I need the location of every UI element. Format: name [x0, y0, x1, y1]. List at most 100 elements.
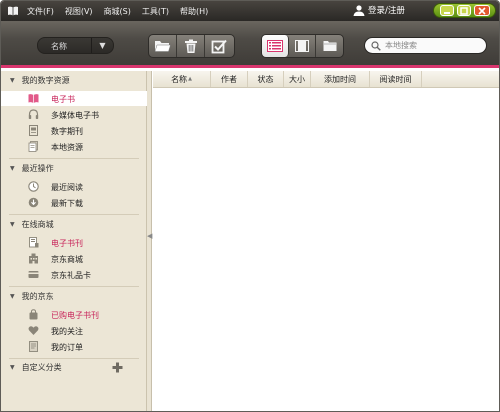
close-icon: [477, 6, 486, 15]
minimize-button[interactable]: [439, 5, 454, 16]
column-header-size[interactable]: 大小: [284, 71, 311, 87]
section-header-my-digital-resources[interactable]: ▼ 我的数字资源: [1, 74, 147, 87]
open-book-logo-icon: [8, 6, 18, 16]
maximize-button[interactable]: [456, 5, 471, 16]
maximize-icon: [459, 6, 468, 15]
dropdown-arrow-icon: ▼: [91, 38, 113, 53]
sidebar-item-digital-journals[interactable]: 数字期刊: [1, 123, 147, 138]
column-header-author[interactable]: 作者: [211, 71, 248, 87]
column-label: 大小: [289, 74, 305, 84]
card-icon: [28, 271, 39, 278]
open-folder-button[interactable]: [149, 35, 177, 57]
sort-dropdown-value: 名称: [51, 42, 67, 51]
cover-view-button[interactable]: [289, 35, 317, 57]
sidebar-item-latest-downloads[interactable]: 最新下载: [1, 195, 147, 210]
sort-dropdown[interactable]: 名称 ▼: [37, 37, 114, 54]
sidebar-item-label: 我的关注: [51, 327, 83, 336]
collapse-triangle-icon: ▼: [10, 221, 15, 228]
sidebar-item-multimedia-ebooks[interactable]: 多媒体电子书: [1, 107, 147, 122]
add-category-icon[interactable]: [112, 362, 123, 373]
sidebar-item-my-follows[interactable]: 我的关注: [1, 323, 147, 338]
file-actions-group: [148, 34, 235, 58]
sidebar-item-ebook-store[interactable]: 电子书刊: [1, 235, 147, 250]
sidebar-item-label: 京东礼品卡: [51, 271, 91, 280]
section-title: 我的数字资源: [21, 76, 70, 85]
column-header-read-time[interactable]: 阅读时间: [370, 71, 422, 87]
menu-help[interactable]: 帮助(H): [180, 6, 208, 17]
sidebar-item-label: 数字期刊: [51, 127, 83, 136]
order-icon: [29, 341, 38, 352]
sidebar-item-label: 京东商城: [51, 255, 83, 264]
delete-button[interactable]: [177, 35, 205, 57]
table-header: 名称 ▲ 作者 状态 大小 添加时间 阅读时间: [153, 71, 499, 88]
folder-view-icon: [323, 41, 337, 51]
menu-file[interactable]: 文件(F): [27, 6, 54, 17]
section-header-online-store[interactable]: ▼ 在线商城: [1, 218, 147, 231]
heart-icon: [28, 326, 39, 335]
menu-bar: 文件(F) 视图(V) 商城(S) 工具(T) 帮助(H): [27, 1, 219, 21]
close-button[interactable]: [473, 5, 490, 16]
menu-view[interactable]: 视图(V): [65, 6, 93, 17]
building-icon: [29, 253, 38, 264]
section-divider: [9, 158, 139, 159]
column-header-status[interactable]: 状态: [248, 71, 284, 87]
view-mode-group: [261, 34, 344, 58]
sidebar-item-jd-gift-card[interactable]: 京东礼品卡: [1, 267, 147, 282]
minimize-icon: [443, 11, 450, 14]
clock-icon: [28, 181, 39, 192]
section-header-custom-categories[interactable]: ▼ 自定义分类: [1, 361, 147, 374]
folder-view-button[interactable]: [316, 35, 343, 57]
toolbar: 名称 ▼: [1, 21, 499, 68]
section-title: 最近操作: [21, 164, 54, 173]
menu-store[interactable]: 商城(S): [104, 6, 131, 17]
sidebar-item-label: 多媒体电子书: [51, 111, 99, 120]
collapse-sidebar-arrow-icon[interactable]: ◀: [147, 232, 152, 240]
section-title: 自定义分类: [21, 363, 62, 372]
trash-icon: [184, 39, 197, 53]
collapse-triangle-icon: ▼: [10, 364, 15, 371]
section-divider: [9, 286, 139, 287]
list-view-icon: [267, 40, 283, 52]
section-header-recent-actions[interactable]: ▼ 最近操作: [1, 162, 147, 175]
magazine-icon: [29, 125, 38, 136]
title-bar: 文件(F) 视图(V) 商城(S) 工具(T) 帮助(H) 登录/注册: [1, 1, 499, 21]
column-label: 名称: [171, 74, 188, 84]
section-header-my-jd[interactable]: ▼ 我的京东: [1, 290, 147, 303]
sidebar-item-label: 本地资源: [51, 143, 83, 152]
section-title: 我的京东: [21, 292, 54, 301]
sidebar-item-recent-reading[interactable]: 最近阅读: [1, 179, 147, 194]
section-divider: [9, 214, 139, 215]
window-controls: [433, 3, 496, 18]
sidebar-splitter[interactable]: ◀: [147, 71, 152, 411]
book-list-panel: 名称 ▲ 作者 状态 大小 添加时间 阅读时间: [153, 71, 499, 411]
sidebar-item-local-resources[interactable]: 本地资源: [1, 139, 147, 154]
column-header-added-time[interactable]: 添加时间: [311, 71, 370, 87]
collapse-triangle-icon: ▼: [10, 293, 15, 300]
menu-tools[interactable]: 工具(T): [142, 6, 169, 17]
select-all-button[interactable]: [205, 35, 233, 57]
sidebar-item-label: 电子书: [51, 95, 75, 104]
search-input[interactable]: [385, 41, 480, 50]
sidebar: ▼ 我的数字资源 电子书 多媒体电子书 数字期刊 本地资源 ▼ 最近操作 最近阅…: [1, 71, 147, 411]
column-label: 阅读时间: [379, 74, 412, 84]
sidebar-item-purchased-ebooks[interactable]: 已购电子书刊: [1, 307, 147, 322]
folder-icon: [154, 41, 171, 52]
sidebar-item-jd-mall[interactable]: 京东商城: [1, 251, 147, 266]
collapse-triangle-icon: ▼: [10, 165, 15, 172]
list-view-button[interactable]: [262, 35, 290, 57]
sidebar-item-label: 已购电子书刊: [51, 311, 99, 320]
ebook-store-icon: [29, 237, 39, 248]
section-title: 在线商城: [21, 220, 54, 229]
column-label: 作者: [221, 74, 237, 84]
sidebar-item-label: 电子书刊: [51, 239, 83, 248]
section-divider: [9, 358, 139, 359]
sidebar-item-my-orders[interactable]: 我的订单: [1, 339, 147, 354]
cover-view-icon: [295, 40, 310, 52]
login-register-label: 登录/注册: [368, 6, 405, 16]
column-label: 状态: [257, 74, 274, 84]
sidebar-item-label: 我的订单: [51, 343, 83, 352]
column-header-name[interactable]: 名称 ▲: [153, 71, 211, 87]
login-register-link[interactable]: 登录/注册: [353, 4, 405, 16]
column-label: 添加时间: [324, 74, 356, 84]
sidebar-item-ebooks[interactable]: 电子书: [1, 91, 147, 106]
